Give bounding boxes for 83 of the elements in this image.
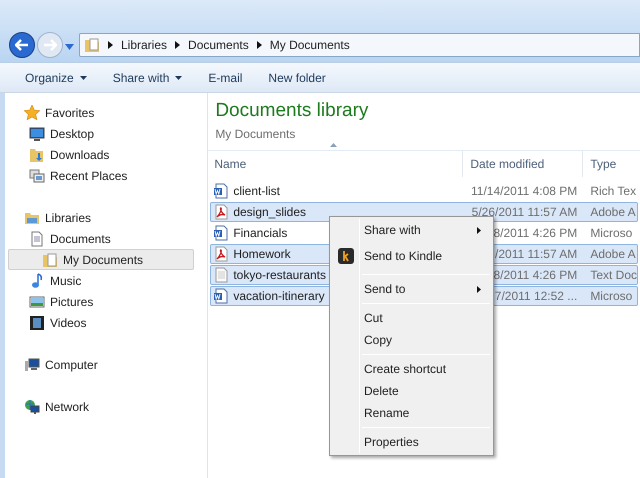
type-cell-text: Adobe A	[589, 204, 637, 221]
column-header[interactable]: Date modified	[462, 151, 582, 177]
date-cell-text: /2011 11:57 AM	[495, 246, 578, 263]
sort-arrow-icon	[330, 143, 338, 147]
type-cell-text: Text Doc	[589, 267, 637, 284]
k-app-icon	[338, 248, 354, 264]
dropdown-icon	[175, 76, 182, 80]
date-cell-text: 8/2011 4:26 PM	[493, 225, 578, 242]
file-name[interactable]: Homework	[233, 245, 291, 263]
type-cell-text: Adobe A	[589, 246, 637, 263]
monitor-icon	[29, 126, 45, 142]
folder-icon	[84, 37, 100, 53]
menu-item[interactable]: Send to Kindle	[332, 241, 491, 271]
document-icon	[29, 230, 45, 246]
submenu-arrow-icon	[477, 226, 481, 234]
sidebar-item[interactable]: Favorites	[5, 102, 208, 123]
pdf-document-icon	[213, 246, 230, 262]
chevron-right-icon	[108, 41, 113, 49]
type-cell-text: Microso	[589, 225, 634, 242]
date-cell-text: 7/2011 12:52 ...	[494, 288, 578, 305]
sidebar-item[interactable]: Computer	[5, 354, 208, 375]
menu-item[interactable]: Create shortcut	[332, 358, 491, 380]
column-header[interactable]: Name	[208, 151, 462, 177]
globe-network-icon	[24, 398, 40, 414]
file-name[interactable]: design_slides	[233, 203, 306, 221]
recent-places-icon	[29, 168, 45, 184]
dropdown-icon[interactable]	[65, 44, 74, 50]
pictures-icon	[29, 294, 45, 310]
column-header[interactable]: Type	[582, 151, 640, 177]
sidebar-item[interactable]: Libraries	[5, 207, 208, 228]
date-cell-text: 11/14/2011 4:08 PM	[471, 183, 578, 200]
breadcrumb-link[interactable]: Documents	[188, 36, 249, 54]
chevron-right-icon	[175, 41, 180, 49]
address-bar[interactable]: Libraries Documents My Documents	[79, 33, 640, 57]
menu-item[interactable]: Send to	[332, 278, 491, 300]
menu-item[interactable]: Properties	[332, 431, 491, 453]
folder-icon	[42, 252, 58, 268]
toolbar-button[interactable]: New folder	[258, 66, 336, 90]
star-icon	[24, 104, 40, 120]
submenu-arrow-icon	[477, 286, 481, 292]
sidebar-item[interactable]: My Documents	[8, 249, 194, 270]
date-cell-text: 5/26/2011 11:57 AM	[472, 204, 578, 221]
film-icon	[29, 314, 45, 330]
breadcrumb-link[interactable]: Libraries	[121, 36, 168, 54]
sidebar-item[interactable]: Network	[5, 396, 208, 417]
word-document-icon	[213, 183, 230, 199]
music-note-icon	[29, 272, 45, 288]
word-document-icon	[213, 225, 230, 241]
download-folder-icon	[29, 146, 45, 162]
forward-arrow-icon	[43, 39, 57, 51]
sidebar-item[interactable]: Recent Places	[5, 165, 208, 186]
back-arrow-icon	[15, 39, 29, 51]
dropdown-icon	[80, 76, 87, 80]
file-name[interactable]: client-list	[233, 182, 280, 200]
menu-item[interactable]: Rename	[332, 402, 491, 424]
file-name[interactable]: vacation-itinerary	[233, 287, 325, 305]
menu-item[interactable]: Share with	[332, 219, 491, 241]
sidebar-item[interactable]: Desktop	[5, 123, 208, 144]
computer-icon	[24, 356, 40, 372]
menu-item[interactable]: Delete	[332, 380, 491, 402]
sidebar-item[interactable]: Videos	[5, 312, 208, 333]
date-cell-text: 8/2011 4:26 PM	[493, 267, 578, 284]
file-name[interactable]: tokyo-restaurants	[233, 266, 326, 284]
toolbar-button[interactable]: E-mail	[198, 66, 252, 90]
toolbar-button[interactable]: Share with	[102, 66, 192, 90]
sidebar-item[interactable]: Music	[5, 270, 208, 291]
sidebar-item[interactable]: Documents	[5, 228, 208, 249]
text-document-icon	[213, 267, 230, 283]
library-title: Documents library	[215, 99, 370, 123]
type-cell-text: Rich Tex	[589, 183, 637, 200]
menu-item[interactable]: Copy	[332, 329, 491, 351]
sidebar-item[interactable]: Pictures	[5, 291, 208, 312]
file-name[interactable]: Financials	[233, 224, 288, 242]
menu-item[interactable]: Cut	[332, 307, 491, 329]
word-document-icon	[213, 288, 230, 304]
library-subtitle: My Documents	[215, 126, 296, 143]
sidebar-item[interactable]: Downloads	[5, 144, 208, 165]
toolbar-button[interactable]: Organize	[15, 66, 97, 90]
chevron-right-icon	[256, 41, 262, 49]
breadcrumb-link[interactable]: My Documents	[270, 36, 350, 54]
type-cell-text: Microso	[589, 288, 634, 305]
pdf-document-icon	[213, 204, 230, 220]
back-button[interactable]	[9, 32, 35, 58]
